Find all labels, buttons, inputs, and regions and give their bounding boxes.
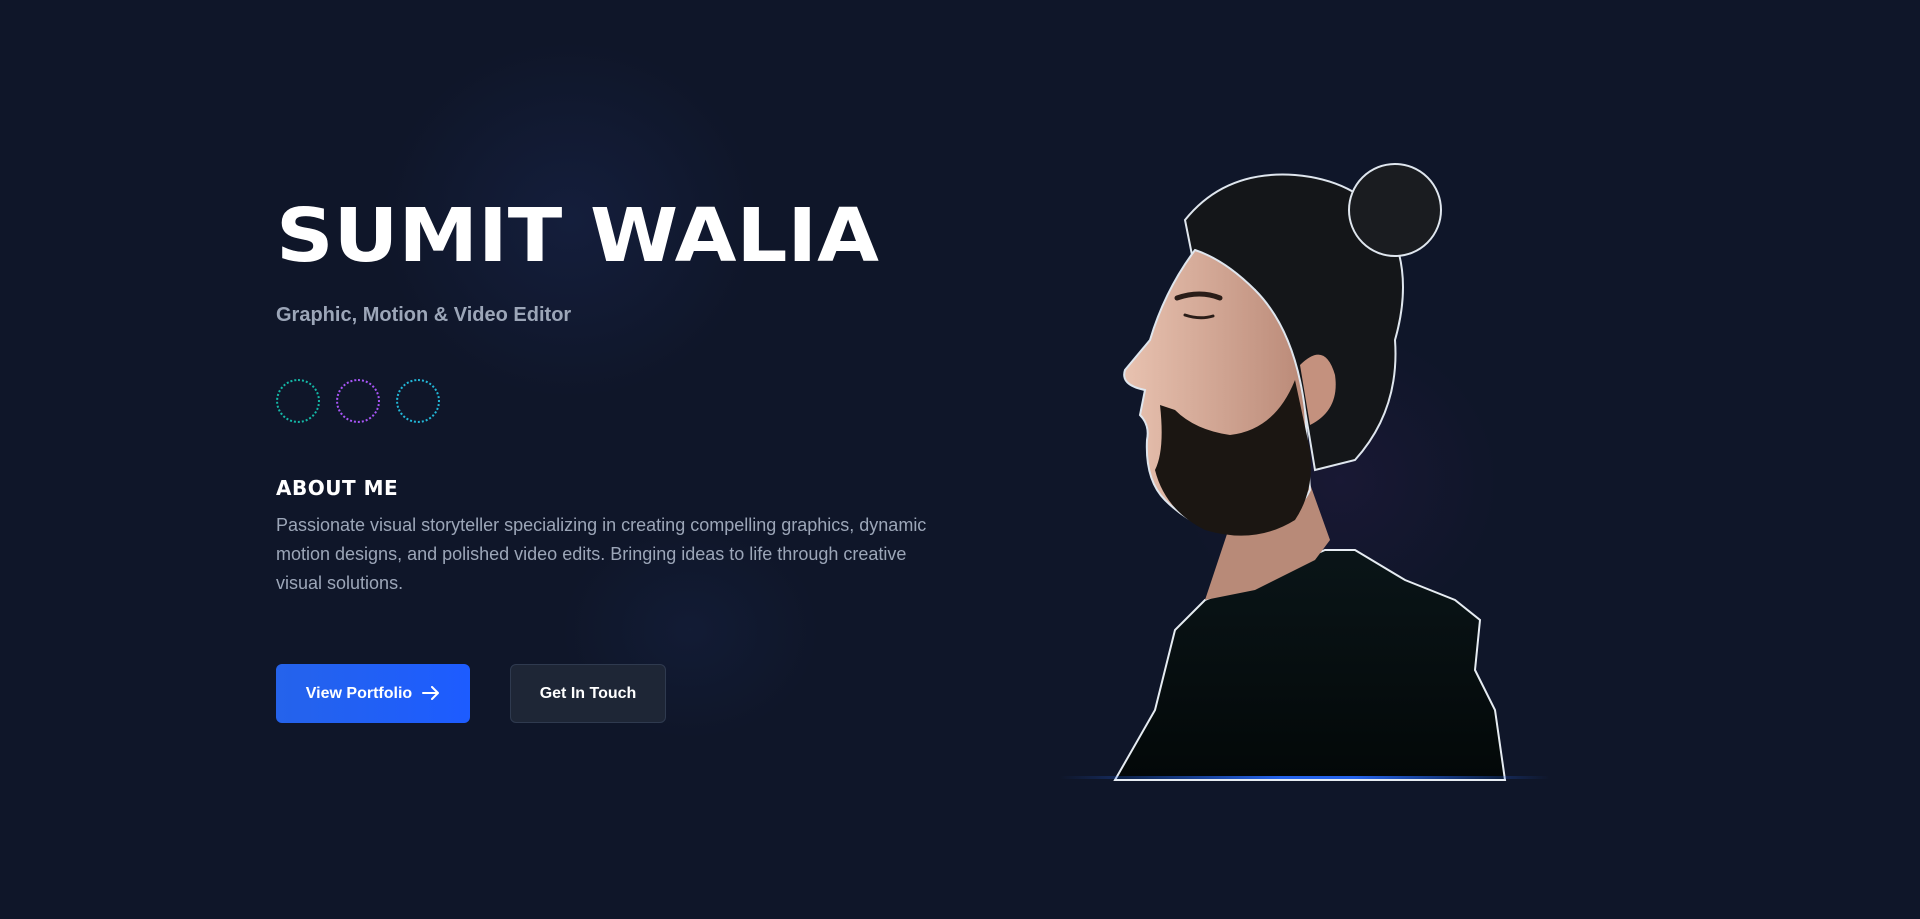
hero-actions: View Portfolio Get In Touch [276, 664, 936, 723]
view-portfolio-button[interactable]: View Portfolio [276, 664, 470, 723]
social-link-3[interactable] [396, 379, 440, 423]
profile-portrait [1055, 150, 1555, 790]
about-heading: ABOUT ME [276, 476, 399, 500]
hero-section: SUMIT WALIA Graphic, Motion & Video Edit… [276, 190, 936, 723]
arrow-right-icon [422, 685, 440, 703]
social-links [276, 379, 936, 423]
social-link-2[interactable] [336, 379, 380, 423]
hero-role: Graphic, Motion & Video Editor [276, 304, 572, 326]
view-portfolio-label: View Portfolio [305, 684, 413, 702]
about-text: Passionate visual storyteller specializi… [276, 515, 927, 593]
portrait-baseline [1060, 776, 1550, 779]
hero-name: SUMIT WALIA [276, 193, 879, 279]
get-in-touch-button[interactable]: Get In Touch [510, 664, 666, 723]
get-in-touch-label: Get In Touch [539, 684, 637, 702]
social-link-1[interactable] [276, 379, 320, 423]
